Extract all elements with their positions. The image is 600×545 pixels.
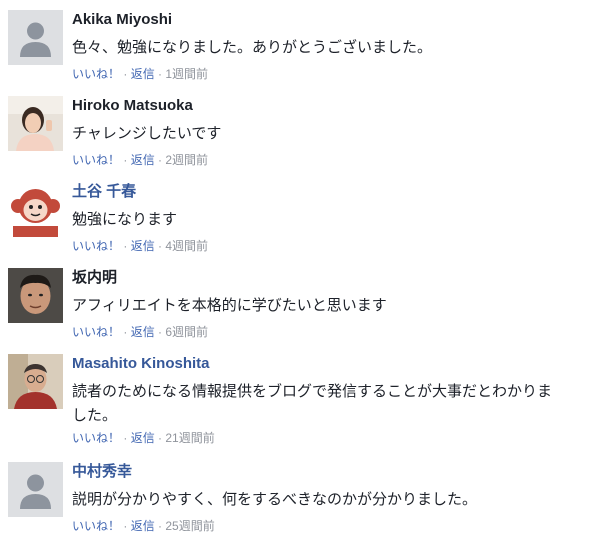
like-button[interactable]: いいね！: [72, 153, 120, 167]
separator: ·: [120, 325, 131, 339]
comment-actions: いいね！ · 返信 · 4週間前: [72, 238, 208, 254]
separator: ·: [120, 67, 131, 81]
comment-text: チャレンジしたいです: [72, 125, 222, 142]
separator: ·: [154, 153, 166, 167]
like-button[interactable]: いいね！: [72, 431, 120, 445]
comment-timestamp[interactable]: 6週間前: [165, 325, 208, 339]
comment-timestamp[interactable]: 2週間前: [165, 153, 208, 167]
comment-timestamp[interactable]: 25週間前: [165, 519, 214, 533]
reply-button[interactable]: 返信: [131, 519, 155, 533]
comment-timestamp[interactable]: 1週間前: [165, 67, 208, 81]
comment-actions: いいね！ · 返信 · 1週間前: [72, 66, 208, 82]
comment-actions: いいね！ · 返信 · 2週間前: [72, 152, 208, 168]
like-button[interactable]: いいね！: [72, 239, 120, 253]
comment-author[interactable]: Akika Miyoshi: [72, 10, 172, 30]
separator: ·: [120, 153, 131, 167]
reply-button[interactable]: 返信: [131, 153, 155, 167]
separator: ·: [154, 325, 166, 339]
comment-author[interactable]: 坂内明: [72, 268, 117, 288]
avatar[interactable]: [8, 182, 63, 237]
reply-button[interactable]: 返信: [131, 325, 155, 339]
comment-author[interactable]: 中村秀幸: [72, 462, 132, 482]
separator: ·: [154, 67, 166, 81]
separator: ·: [154, 239, 166, 253]
avatar[interactable]: [8, 10, 63, 65]
reply-button[interactable]: 返信: [131, 431, 155, 445]
comment-text: アフィリエイトを本格的に学びたいと思います: [72, 297, 387, 314]
separator: ·: [120, 519, 131, 533]
avatar[interactable]: [8, 354, 63, 409]
comment-actions: いいね！ · 返信 · 21週間前: [72, 430, 215, 446]
profile-photo-icon: [8, 354, 63, 409]
like-button[interactable]: いいね！: [72, 519, 120, 533]
comment-author[interactable]: Masahito Kinoshita: [72, 354, 210, 374]
comment-actions: いいね！ · 返信 · 6週間前: [72, 324, 208, 340]
comment-actions: いいね！ · 返信 · 25週間前: [72, 518, 215, 534]
reply-button[interactable]: 返信: [131, 239, 155, 253]
comment-text: 勉強になります: [72, 211, 178, 228]
like-button[interactable]: いいね！: [72, 325, 120, 339]
default-avatar-icon: [8, 462, 63, 517]
separator: ·: [154, 519, 166, 533]
comment-text: 説明が分かりやすく、何をするべきなのかが分かりました。: [72, 491, 478, 508]
comment-author[interactable]: 土谷 千春: [72, 182, 136, 202]
comment-text: 読者のためになる情報提供をブログで発信することが大事だとわかりました。: [72, 383, 553, 424]
avatar[interactable]: [8, 96, 63, 151]
reply-button[interactable]: 返信: [131, 67, 155, 81]
separator: ·: [120, 431, 131, 445]
separator: ·: [154, 431, 166, 445]
default-avatar-icon: [8, 10, 63, 65]
profile-photo-icon: [8, 268, 63, 323]
profile-photo-icon: [8, 96, 63, 151]
comment-author[interactable]: Hiroko Matsuoka: [72, 96, 193, 116]
comment-timestamp[interactable]: 4週間前: [165, 239, 208, 253]
avatar[interactable]: [8, 462, 63, 517]
avatar[interactable]: [8, 268, 63, 323]
separator: ·: [120, 239, 131, 253]
comment-text: 色々、勉強になりました。ありがとうございました。: [72, 39, 433, 56]
like-button[interactable]: いいね！: [72, 67, 120, 81]
comment-timestamp[interactable]: 21週間前: [165, 431, 214, 445]
monkey-avatar-icon: [8, 182, 63, 237]
